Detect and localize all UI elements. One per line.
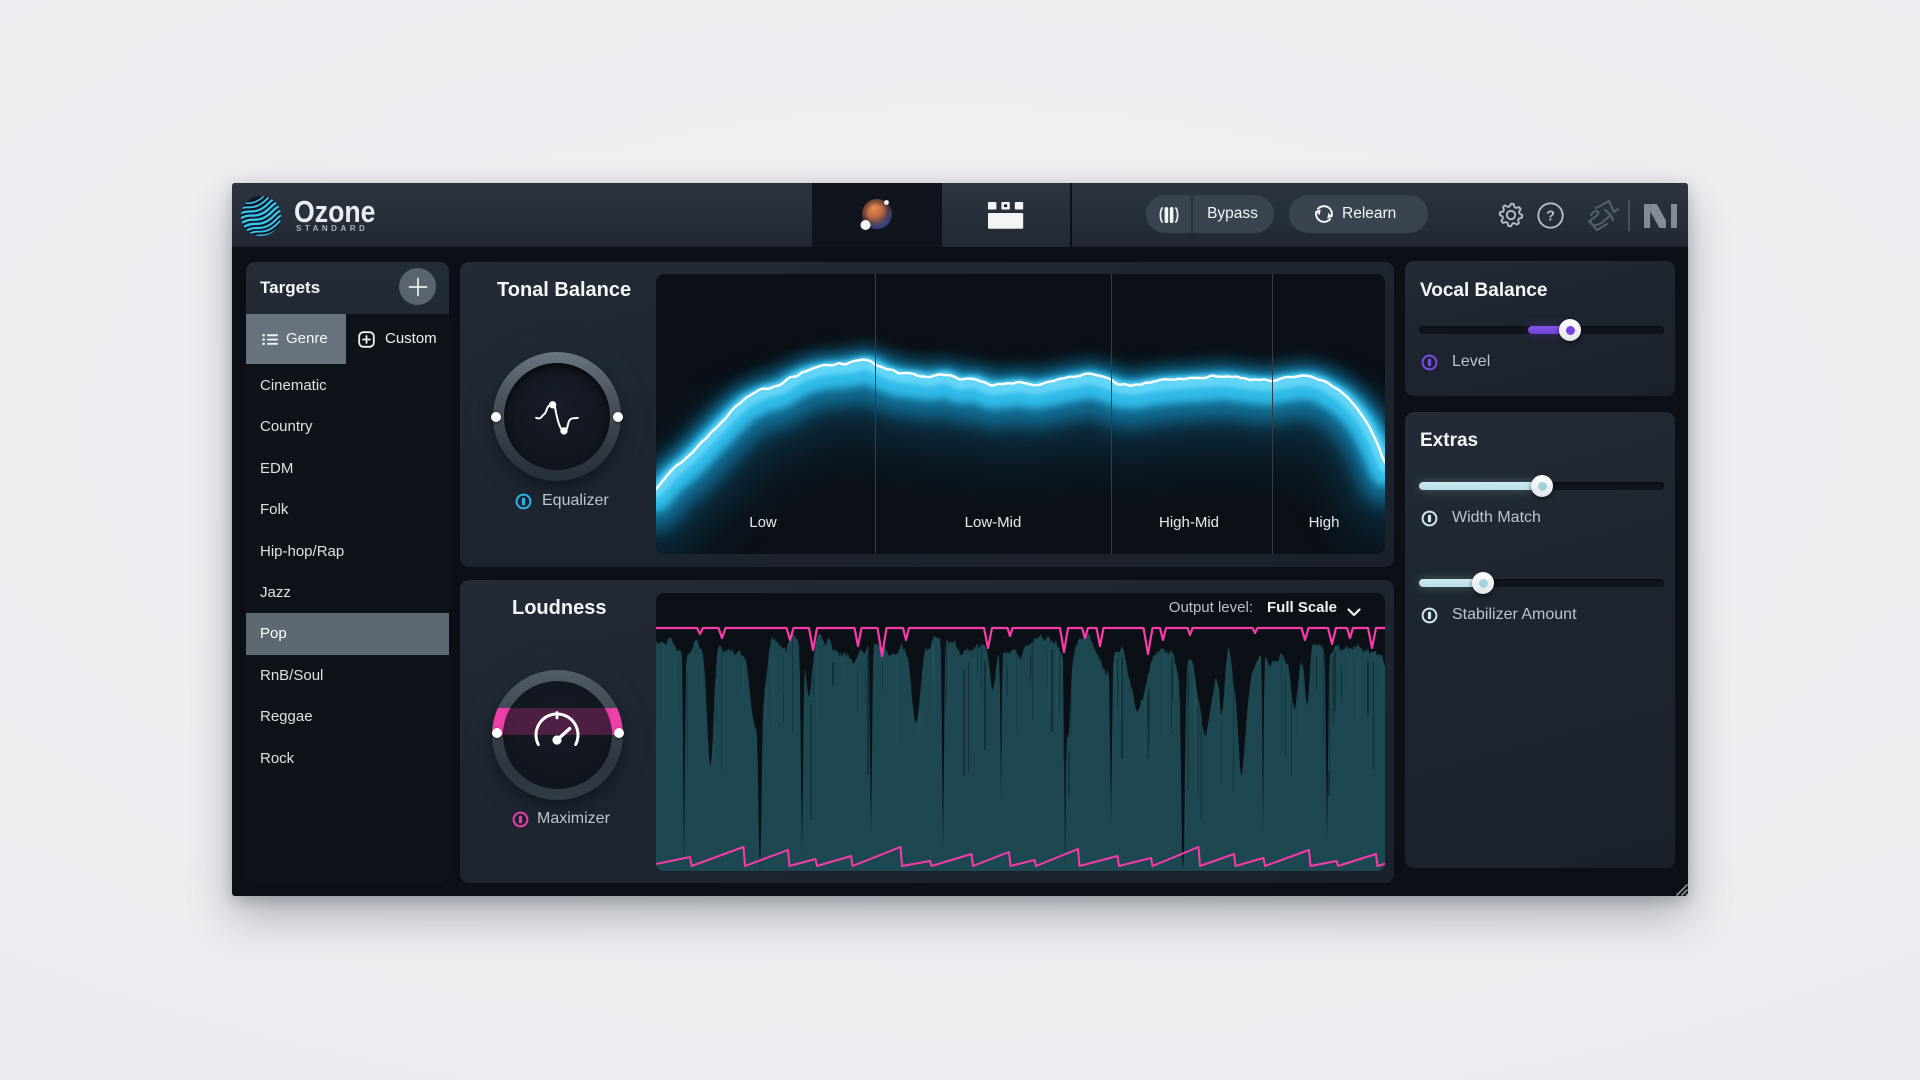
svg-text:?: ? [1546,209,1555,225]
